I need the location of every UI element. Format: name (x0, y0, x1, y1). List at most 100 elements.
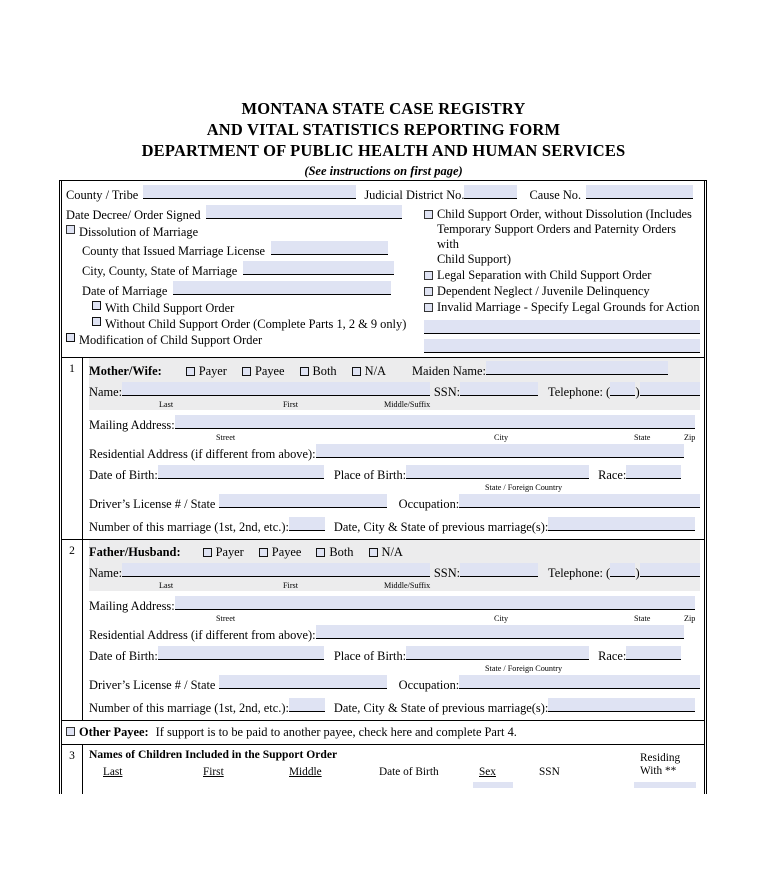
part-1-pob-input[interactable] (406, 465, 590, 479)
part-1-payer-checkbox[interactable] (185, 367, 195, 376)
part-1-section: 1 Mother/Wife: Payer Payee Both N/A Maid… (62, 357, 704, 539)
legal-separation-checkbox[interactable] (424, 271, 433, 280)
part-1-dl-input[interactable] (219, 494, 387, 508)
part-2-telephone-area-code-input[interactable] (610, 563, 636, 577)
part-1-payee-checkbox[interactable] (241, 367, 251, 376)
part-2-pob-caption-row: State / Foreign Country (89, 664, 700, 674)
other-payee-row[interactable]: Other Payee: If support is to be paid to… (62, 721, 704, 744)
part-1-cap-first: First (283, 400, 299, 409)
part-2-payer-checkbox[interactable] (202, 548, 212, 557)
part-1-telephone-number-input[interactable] (639, 382, 700, 396)
part-2-residential-input[interactable] (315, 625, 684, 639)
part-1-mailing-address-input[interactable] (174, 415, 695, 429)
date-of-marriage-input[interactable] (173, 281, 392, 295)
part-1-cap-street: Street (216, 433, 236, 442)
part-1-residential-input[interactable] (315, 444, 684, 458)
with-child-support-row[interactable]: With Child Support Order (66, 301, 418, 316)
part-2-race-input[interactable] (626, 646, 682, 660)
part-1-telephone-area-code-input[interactable] (610, 382, 636, 396)
invalid-marriage-row[interactable]: Invalid Marriage - Specify Legal Grounds… (424, 300, 700, 315)
child-support-no-dissolution-checkbox[interactable] (424, 210, 433, 219)
cause-no-label: Cause No. (529, 188, 582, 202)
invalid-marriage-checkbox[interactable] (424, 303, 433, 312)
part-3-residing-column-field[interactable] (634, 782, 696, 788)
part-2-dl-input[interactable] (219, 675, 387, 689)
city-county-state-label: City, County, State of Marriage (82, 264, 238, 278)
date-decree-input[interactable] (205, 205, 402, 219)
modification-checkbox[interactable] (66, 333, 75, 342)
part-1-race-input[interactable] (626, 465, 682, 479)
part-1-name-label: Name: (89, 385, 123, 399)
part-2-marriage-row: Number of this marriage (1st, 2nd, etc.)… (89, 698, 700, 716)
county-tribe-input[interactable] (143, 185, 357, 199)
part-3-col-date-of-birth: Date of Birth (379, 766, 439, 778)
modification-row[interactable]: Modification of Child Support Order (66, 333, 418, 348)
part-2-residential-address-row: Residential Address (if different from a… (89, 625, 700, 643)
dissolution-checkbox[interactable] (66, 225, 75, 234)
part-1-maiden-name-input[interactable] (485, 361, 668, 375)
part-2-telephone-number-input[interactable] (639, 563, 700, 577)
part-1-both-checkbox[interactable] (299, 367, 309, 376)
county-tribe-label: County / Tribe (66, 188, 139, 202)
part-2-title: Father/Husband: (89, 545, 181, 559)
part-1-cap-city: City (494, 433, 509, 442)
csnd-line-2: Temporary Support Orders and Paternity O… (436, 222, 676, 251)
other-payee-checkbox[interactable] (66, 727, 75, 736)
part-2-prev-marriage-label: Date, City & State of previous marriage(… (333, 701, 549, 715)
part-1-residential-label: Residential Address (if different from a… (89, 447, 316, 461)
part-1-prev-marriage-input[interactable] (548, 517, 696, 531)
part-1-name-input[interactable] (122, 382, 430, 396)
child-support-no-dissolution-row[interactable]: Child Support Order, without Dissolution… (424, 207, 700, 267)
part-3-col-middle: Middle (289, 766, 322, 778)
part-1-occupation-label: Occupation: (398, 497, 460, 511)
part-2-header-band: Father/Husband: Payer Payee Both N/A Nam… (89, 540, 700, 591)
title-line-1: MONTANA STATE CASE REGISTRY (241, 99, 526, 118)
part-1-mailing-address-row: Mailing Address: (89, 415, 700, 433)
part-1-dob-input[interactable] (157, 465, 324, 479)
part-2-prev-marriage-input[interactable] (548, 698, 696, 712)
part-2-both-label: Both (329, 545, 354, 559)
part-2-ssn-input[interactable] (460, 563, 539, 577)
county-license-input[interactable] (271, 241, 389, 255)
part-2-license-row: Driver’s License # / State Occupation: (89, 675, 700, 693)
part-1-marriage-number-input[interactable] (288, 517, 325, 531)
part-1-cap-last: Last (159, 400, 174, 409)
part-2-na-checkbox[interactable] (368, 548, 378, 557)
part-2-pob-input[interactable] (406, 646, 590, 660)
part-2-cap-street: Street (216, 614, 236, 623)
part-2-marriage-number-input[interactable] (288, 698, 325, 712)
judicial-district-input[interactable] (464, 185, 518, 199)
part-2-occupation-input[interactable] (459, 675, 700, 689)
part-2-cap-city: City (494, 614, 509, 623)
without-child-support-row[interactable]: Without Child Support Order (Complete Pa… (66, 317, 418, 332)
part-2-mailing-address-input[interactable] (174, 596, 695, 610)
invalid-marriage-label: Invalid Marriage - Specify Legal Grounds… (437, 300, 700, 314)
legal-separation-row[interactable]: Legal Separation with Child Support Orde… (424, 268, 700, 283)
invalid-marriage-grounds-line-2[interactable] (424, 339, 700, 353)
dependent-neglect-checkbox[interactable] (424, 287, 433, 296)
without-child-support-checkbox[interactable] (92, 317, 101, 326)
city-county-state-input[interactable] (243, 261, 395, 275)
part-1-ssn-input[interactable] (460, 382, 539, 396)
date-of-marriage-label: Date of Marriage (82, 284, 168, 298)
dissolution-checkbox-row[interactable]: Dissolution of Marriage (66, 225, 418, 240)
part-1-name-captions: Last First Middle/Suffix (89, 400, 700, 410)
cause-no-input[interactable] (586, 185, 694, 199)
part-2-name-input[interactable] (122, 563, 430, 577)
csnd-line-1: Child Support Order, without Dissolution… (436, 207, 692, 221)
part-2-address-captions: Street City State Zip (89, 614, 700, 624)
part-2-payee-label: Payee (271, 545, 302, 559)
part-3-sex-column-field[interactable] (473, 782, 513, 788)
part-1-residential-address-row: Residential Address (if different from a… (89, 444, 700, 462)
part-1-ssn-label: SSN: (433, 385, 461, 399)
invalid-marriage-grounds-line-1[interactable] (424, 320, 700, 334)
with-child-support-checkbox[interactable] (92, 301, 101, 310)
part-2-cap-state-foreign: State / Foreign Country (485, 664, 563, 673)
part-2-dob-input[interactable] (157, 646, 324, 660)
dependent-neglect-row[interactable]: Dependent Neglect / Juvenile Delinquency (424, 284, 700, 299)
part-1-na-checkbox[interactable] (351, 367, 361, 376)
part-2-both-checkbox[interactable] (316, 548, 326, 557)
part-2-payee-checkbox[interactable] (258, 548, 268, 557)
with-child-support-label: With Child Support Order (105, 301, 235, 315)
part-1-occupation-input[interactable] (459, 494, 700, 508)
